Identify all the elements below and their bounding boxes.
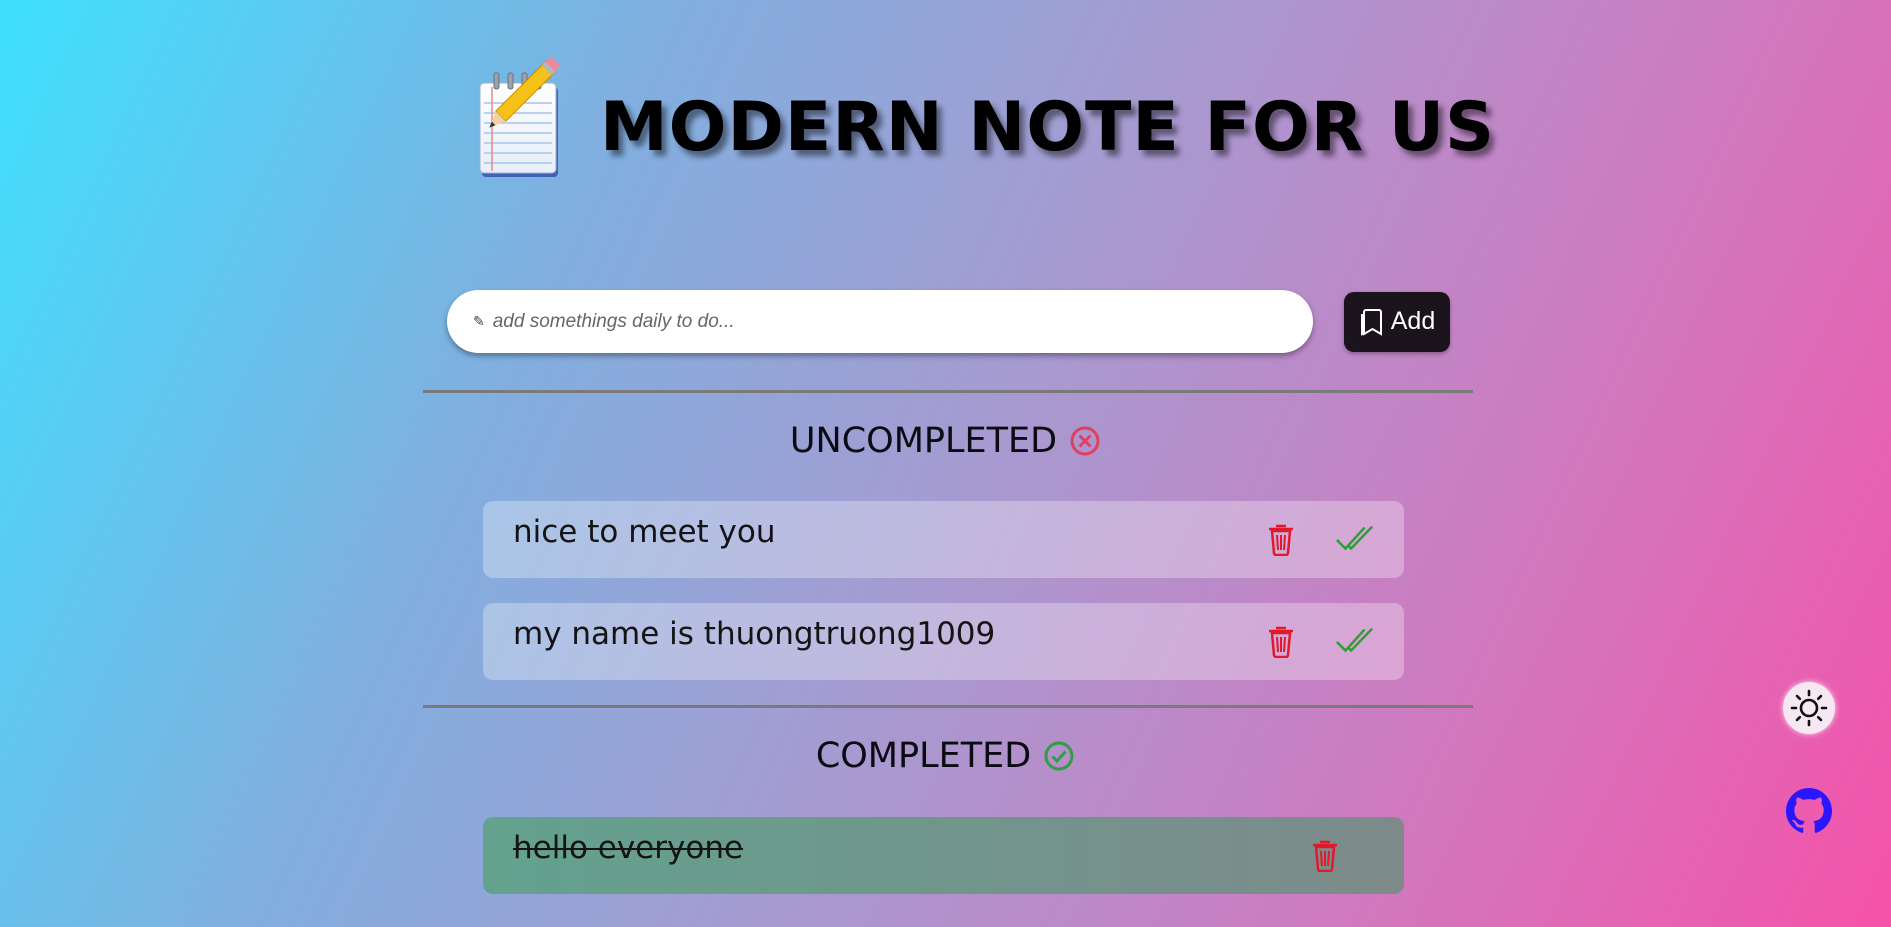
app-root: MODERN NOTE FOR US ✎ Add UNCOMPLETED nic… (0, 0, 1891, 927)
completed-label: COMPLETED (815, 736, 1032, 776)
todo-item-text: my name is thuongtruong1009 (513, 616, 996, 652)
double-check-icon (1336, 525, 1374, 551)
github-link[interactable] (1785, 787, 1833, 835)
app-header: MODERN NOTE FOR US (462, 52, 1495, 182)
trash-icon (1269, 626, 1293, 658)
mark-complete-button[interactable] (1335, 519, 1375, 559)
divider (423, 390, 1473, 393)
delete-button[interactable] (1305, 835, 1345, 875)
pencil-icon: ✎ (473, 313, 485, 330)
task-input[interactable] (490, 309, 1255, 334)
add-task-form: ✎ Add (447, 290, 1450, 353)
sun-icon (1790, 689, 1828, 727)
divider (423, 705, 1473, 708)
trash-icon (1269, 524, 1293, 556)
mark-complete-button[interactable] (1335, 621, 1375, 661)
trash-icon (1313, 840, 1337, 872)
theme-toggle-button[interactable] (1783, 682, 1835, 734)
uncompleted-label: UNCOMPLETED (789, 421, 1058, 461)
add-button-label: Add (1390, 307, 1436, 335)
todo-item-text: hello everyone (513, 830, 744, 866)
double-check-icon (1336, 627, 1374, 653)
check-circle-icon (1044, 741, 1074, 771)
task-input-container[interactable]: ✎ (447, 290, 1313, 353)
completed-header: COMPLETED (0, 736, 1891, 776)
github-icon (1786, 788, 1832, 833)
page-title: MODERN NOTE FOR US (600, 87, 1496, 167)
delete-button[interactable] (1261, 621, 1301, 661)
notepad-pencil-icon (462, 55, 572, 180)
todo-item: nice to meet you (483, 501, 1404, 578)
delete-button[interactable] (1261, 519, 1301, 559)
bookmarks-icon (1360, 308, 1382, 336)
uncompleted-header: UNCOMPLETED (0, 421, 1891, 461)
todo-item: my name is thuongtruong1009 (483, 603, 1404, 680)
completed-todo-item: hello everyone (483, 817, 1404, 894)
todo-item-text: nice to meet you (513, 514, 776, 550)
add-button[interactable]: Add (1344, 291, 1450, 352)
x-circle-icon (1070, 426, 1100, 456)
